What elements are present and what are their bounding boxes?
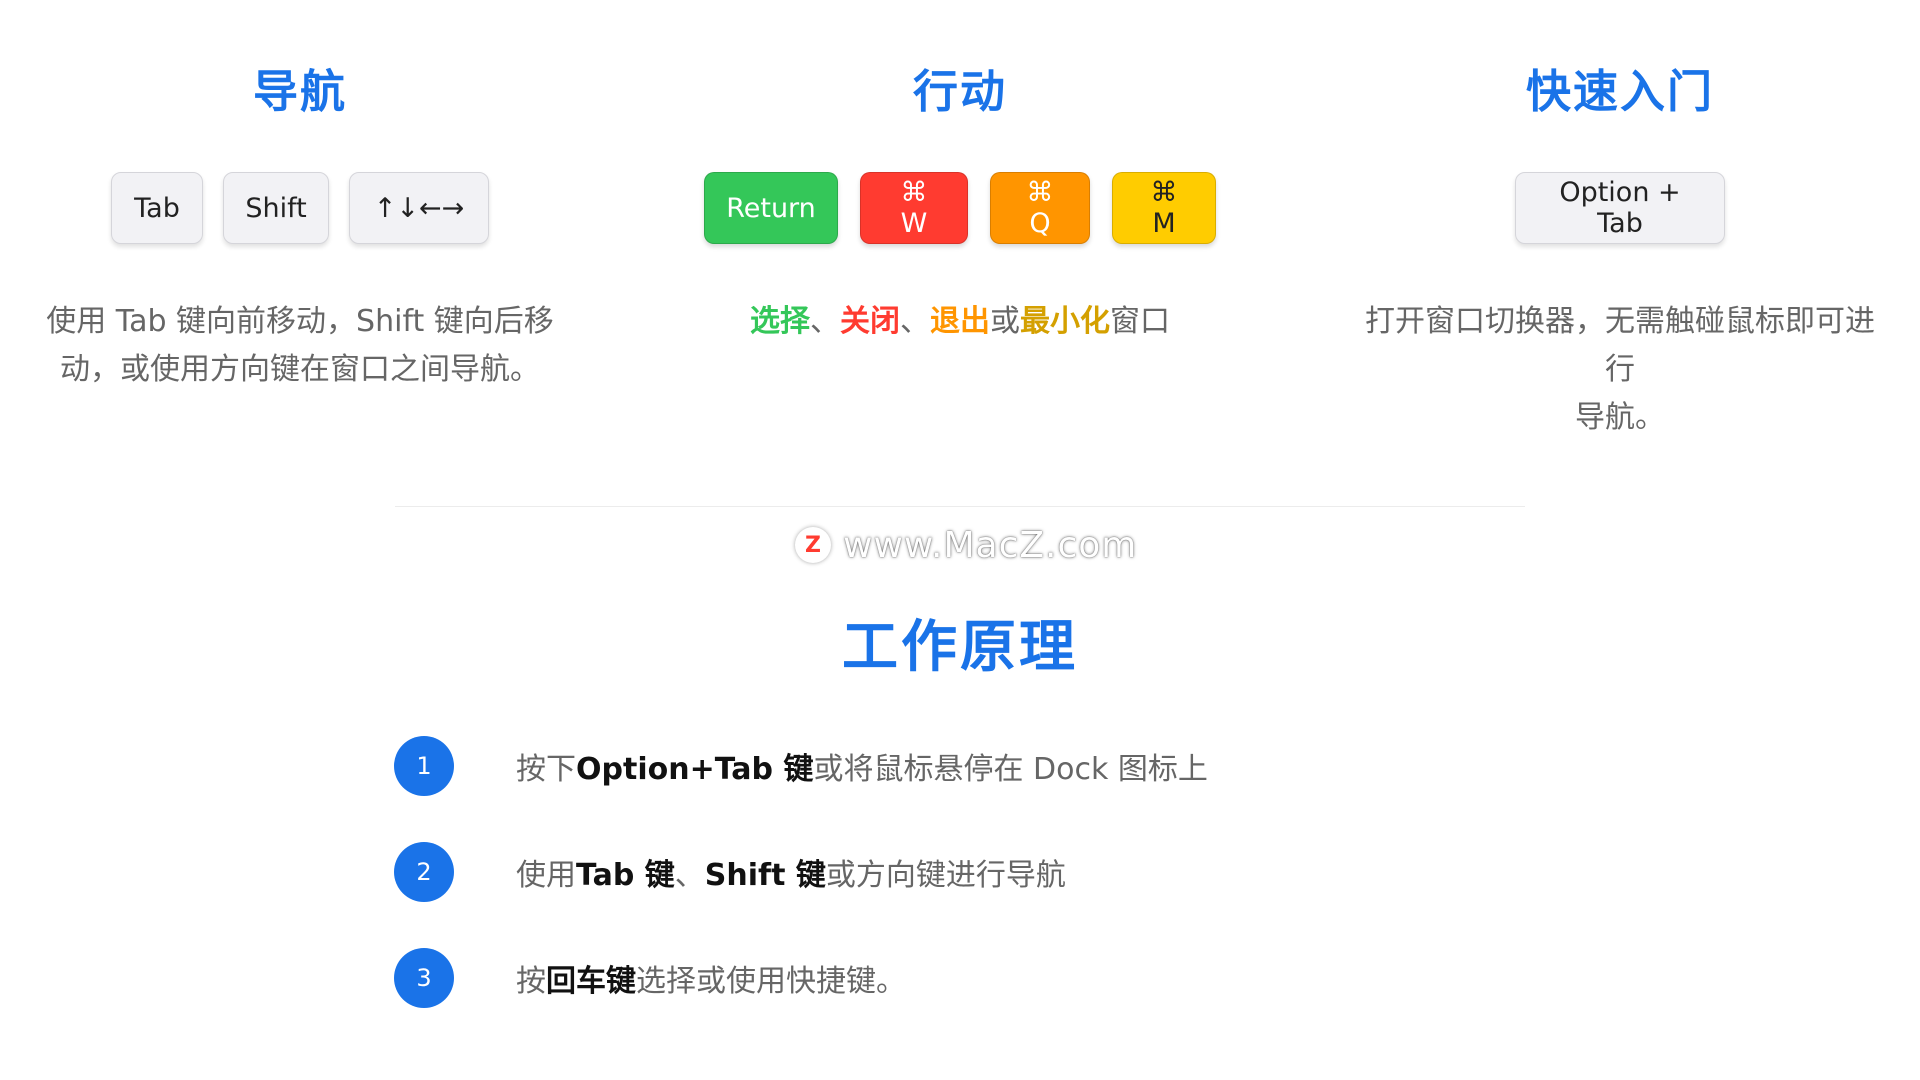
watermark-text: www.MacZ.com [843, 524, 1138, 566]
step-text-part: 、 [674, 858, 705, 893]
navigation-description: 使用 Tab 键向前移动，Shift 键向后移 动，或使用方向键在窗口之间导航。 [0, 298, 600, 394]
macz-logo-icon: Z [795, 527, 831, 563]
actions-title: 行动 [912, 65, 1007, 118]
quick-start-desc-line1: 打开窗口切换器，无需触碰鼠标即可进行 [1365, 304, 1875, 387]
tab-key: Tab [111, 172, 203, 244]
actions-keys: Return ⌘ W ⌘ Q ⌘ M [620, 172, 1300, 248]
step-text-bold: Tab 键 [576, 858, 675, 893]
step-number-badge: 1 [394, 736, 454, 796]
step-3: 3 按回车键选择或使用快捷键。 [394, 948, 906, 1008]
step-text-part: 使用 [516, 858, 576, 893]
separator: 、 [810, 304, 840, 339]
navigation-title: 导航 [252, 65, 347, 118]
step-text: 使用Tab 键、Shift 键或方向键进行导航 [516, 850, 1066, 894]
actions-section: 行动 Return ⌘ W ⌘ Q ⌘ M 选择、关闭、退出或最小化窗口 [620, 0, 1300, 346]
return-key: Return [704, 172, 838, 244]
actions-description: 选择、关闭、退出或最小化窗口 [620, 298, 1300, 346]
separator: 、 [900, 304, 930, 339]
navigation-desc-line1: 使用 Tab 键向前移动，Shift 键向后移 [46, 304, 554, 339]
step-text-part: 选择或使用快捷键。 [636, 964, 906, 999]
quick-start-section: 快速入门 Option + Tab 打开窗口切换器，无需触碰鼠标即可进行 导航。 [1320, 0, 1920, 442]
cmd-m-key: ⌘ M [1112, 172, 1216, 244]
step-text: 按下Option+Tab 键或将鼠标悬停在 Dock 图标上 [516, 744, 1208, 788]
cmd-q-key: ⌘ Q [990, 172, 1090, 244]
section-divider [395, 506, 1525, 507]
how-it-works-title: 工作原理 [842, 615, 1078, 680]
window-word: 窗口 [1110, 304, 1170, 339]
step-text-part: 按下 [516, 752, 576, 787]
quick-start-desc-line2: 导航。 [1575, 400, 1665, 435]
step-number-badge: 3 [394, 948, 454, 1008]
step-2: 2 使用Tab 键、Shift 键或方向键进行导航 [394, 842, 1066, 902]
navigation-keys: Tab Shift ↑↓←→ [0, 172, 600, 248]
step-text-bold: Option+Tab 键 [576, 752, 814, 787]
step-text-bold: Shift 键 [704, 858, 826, 893]
select-word: 选择 [750, 304, 810, 339]
navigation-desc-line2: 动，或使用方向键在窗口之间导航。 [60, 352, 540, 387]
step-text: 按回车键选择或使用快捷键。 [516, 956, 906, 1000]
arrow-keys: ↑↓←→ [349, 172, 489, 244]
shift-key: Shift [223, 172, 329, 244]
step-text-part: 或将鼠标悬停在 Dock 图标上 [813, 752, 1208, 787]
quick-start-keys: Option + Tab [1320, 172, 1920, 248]
or-word: 或 [990, 304, 1020, 339]
step-number-badge: 2 [394, 842, 454, 902]
step-text-part: 按 [516, 964, 546, 999]
quit-word: 退出 [930, 304, 990, 339]
step-1: 1 按下Option+Tab 键或将鼠标悬停在 Dock 图标上 [394, 736, 1208, 796]
cmd-w-key: ⌘ W [860, 172, 968, 244]
close-word: 关闭 [840, 304, 900, 339]
quick-start-description: 打开窗口切换器，无需触碰鼠标即可进行 导航。 [1320, 298, 1920, 442]
navigation-section: 导航 Tab Shift ↑↓←→ 使用 Tab 键向前移动，Shift 键向后… [0, 0, 600, 394]
watermark: Z www.MacZ.com [795, 520, 1137, 570]
option-tab-key: Option + Tab [1515, 172, 1725, 244]
quick-start-title: 快速入门 [1525, 65, 1714, 118]
minimize-word: 最小化 [1020, 304, 1110, 339]
step-text-part: 或方向键进行导航 [825, 858, 1066, 893]
step-text-bold: 回车键 [546, 964, 636, 999]
